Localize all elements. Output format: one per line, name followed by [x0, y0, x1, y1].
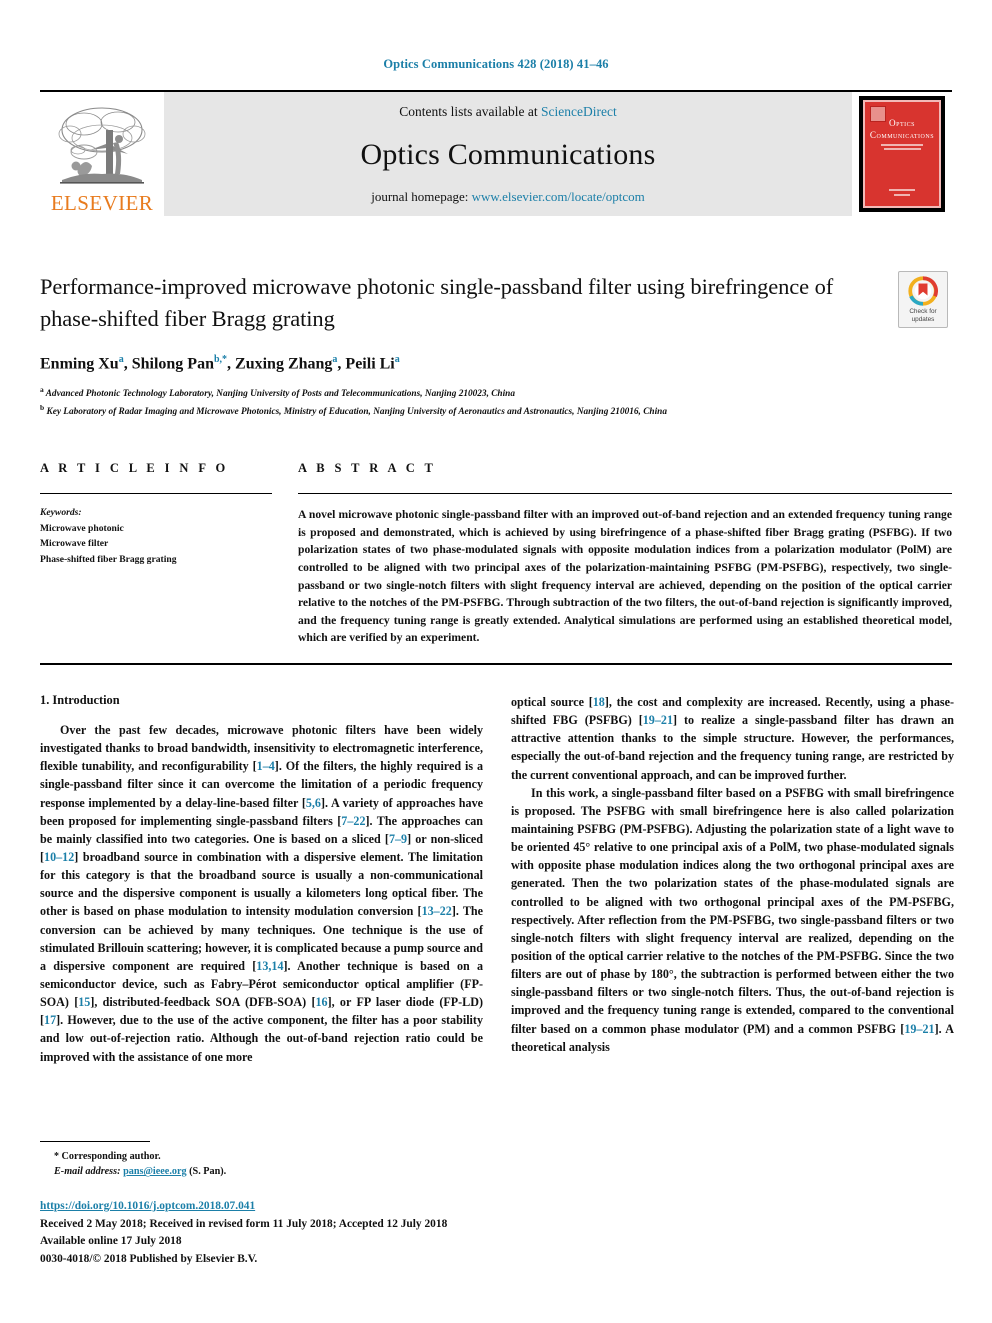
doi-link[interactable]: https://doi.org/10.1016/j.optcom.2018.07…	[40, 1200, 255, 1212]
email-label: E-mail address:	[54, 1166, 121, 1178]
body-column-left: 1. Introduction Over the past few decade…	[40, 693, 483, 1066]
journal-cover-image: Optics Communications	[859, 96, 945, 212]
sciencedirect-link[interactable]: ScienceDirect	[541, 104, 617, 119]
footnote-rule	[40, 1141, 150, 1142]
info-abstract-section: A R T I C L E I N F O Keywords: Microwav…	[40, 461, 952, 647]
divider	[40, 493, 272, 495]
cover-subline-1	[880, 144, 924, 146]
paper-page: Optics Communications 428 (2018) 41–46 E…	[0, 0, 992, 1323]
affiliation: a Advanced Photonic Technology Laborator…	[40, 384, 876, 402]
affiliation: b Key Laboratory of Radar Imaging and Mi…	[40, 402, 876, 420]
page-footer: https://doi.org/10.1016/j.optcom.2018.07…	[40, 1196, 640, 1269]
page-title: Performance-improved microwave photonic …	[40, 274, 834, 331]
cover-subline-2	[883, 148, 921, 150]
author-affil-mark: a	[394, 354, 400, 365]
body-column-right: optical source [18], the cost and comple…	[511, 693, 954, 1066]
crossmark-badge[interactable]: Check for updates	[898, 271, 952, 328]
author-name: Shilong Pan	[131, 355, 214, 373]
elsevier-wordmark: ELSEVIER	[50, 191, 154, 215]
available-online: Available online 17 July 2018	[40, 1235, 182, 1248]
journal-cover-cell: Optics Communications	[852, 92, 952, 216]
paragraph: In this work, a single-passband filter b…	[511, 785, 954, 1054]
affiliation-text: Key Laboratory of Radar Imaging and Micr…	[46, 406, 667, 417]
article-info-column: A R T I C L E I N F O Keywords: Microwav…	[40, 461, 298, 647]
abstract-heading: A B S T R A C T	[298, 461, 437, 476]
author-name: Zuxing Zhang	[235, 355, 333, 373]
contents-line: Contents lists available at ScienceDirec…	[399, 104, 616, 120]
homepage-line: journal homepage: www.elsevier.com/locat…	[371, 189, 645, 205]
footnote-corresponding: * Corresponding author.	[40, 1149, 483, 1164]
affiliation-mark: a	[40, 385, 44, 395]
homepage-prefix: journal homepage:	[371, 189, 472, 204]
abstract-text: A novel microwave photonic single-passba…	[298, 508, 952, 645]
journal-homepage-link[interactable]: www.elsevier.com/locate/optcom	[472, 189, 645, 204]
copyright-line: 0030-4018/© 2018 Published by Elsevier B…	[40, 1253, 258, 1266]
cover-publisher-badge	[870, 106, 886, 122]
keywords-label: Keywords:	[40, 507, 82, 519]
affiliation-list: a Advanced Photonic Technology Laborator…	[40, 384, 876, 419]
keyword-item: Microwave filter	[40, 538, 109, 550]
affiliation-mark: b	[40, 402, 45, 412]
received-history: Received 2 May 2018; Received in revised…	[40, 1217, 448, 1230]
corresponding-author-footnote: * Corresponding author. E-mail address: …	[40, 1141, 483, 1180]
keyword-item: Microwave photonic	[40, 522, 124, 534]
author-affil-mark: a	[332, 354, 338, 365]
journal-title: Optics Communications	[360, 137, 656, 171]
keywords-block: Keywords: Microwave photonic Microwave f…	[40, 505, 272, 567]
keyword-item: Phase-shifted fiber Bragg grating	[40, 553, 177, 565]
author-list: Enming Xua, Shilong Panb,*, Zuxing Zhang…	[40, 354, 400, 373]
section-title-introduction: 1. Introduction	[40, 693, 120, 707]
body-columns: 1. Introduction Over the past few decade…	[40, 693, 954, 1066]
cover-footer	[865, 189, 939, 196]
footnote-email-line: E-mail address: pans@ieee.org (S. Pan).	[40, 1164, 483, 1179]
crossmark-icon	[908, 276, 938, 306]
affiliation-text: Advanced Photonic Technology Laboratory,…	[45, 389, 516, 400]
journal-masthead: ELSEVIER Contents lists available at Sci…	[40, 90, 952, 216]
footnote-corresponding-text: Corresponding author.	[61, 1151, 161, 1162]
email-link[interactable]: pans@ieee.org	[123, 1166, 187, 1177]
divider	[298, 493, 952, 495]
author-name: Enming Xu	[40, 355, 119, 373]
running-head: Optics Communications 428 (2018) 41–46	[383, 57, 609, 71]
footnote-star: *	[54, 1151, 59, 1162]
contents-prefix: Contents lists available at	[399, 104, 541, 119]
author-affil-mark: b,*	[213, 354, 228, 365]
article-info-heading: A R T I C L E I N F O	[40, 461, 229, 476]
paragraph: optical source [18], the cost and comple…	[511, 695, 955, 782]
journal-band: Contents lists available at ScienceDirec…	[164, 92, 852, 216]
email-owner: (S. Pan).	[189, 1166, 227, 1178]
elsevier-tree-icon	[58, 107, 146, 184]
crossmark-label: Check for updates	[909, 308, 937, 323]
title-block: Performance-improved microwave photonic …	[40, 271, 952, 419]
elsevier-logo: ELSEVIER	[40, 92, 164, 216]
author-name: Peili Li	[345, 355, 395, 373]
abstract-column: A B S T R A C T A novel microwave photon…	[298, 461, 952, 647]
author-affil-mark: a	[118, 354, 124, 365]
section-divider-thick	[40, 663, 952, 665]
paragraph: Over the past few decades, microwave pho…	[40, 723, 484, 1064]
